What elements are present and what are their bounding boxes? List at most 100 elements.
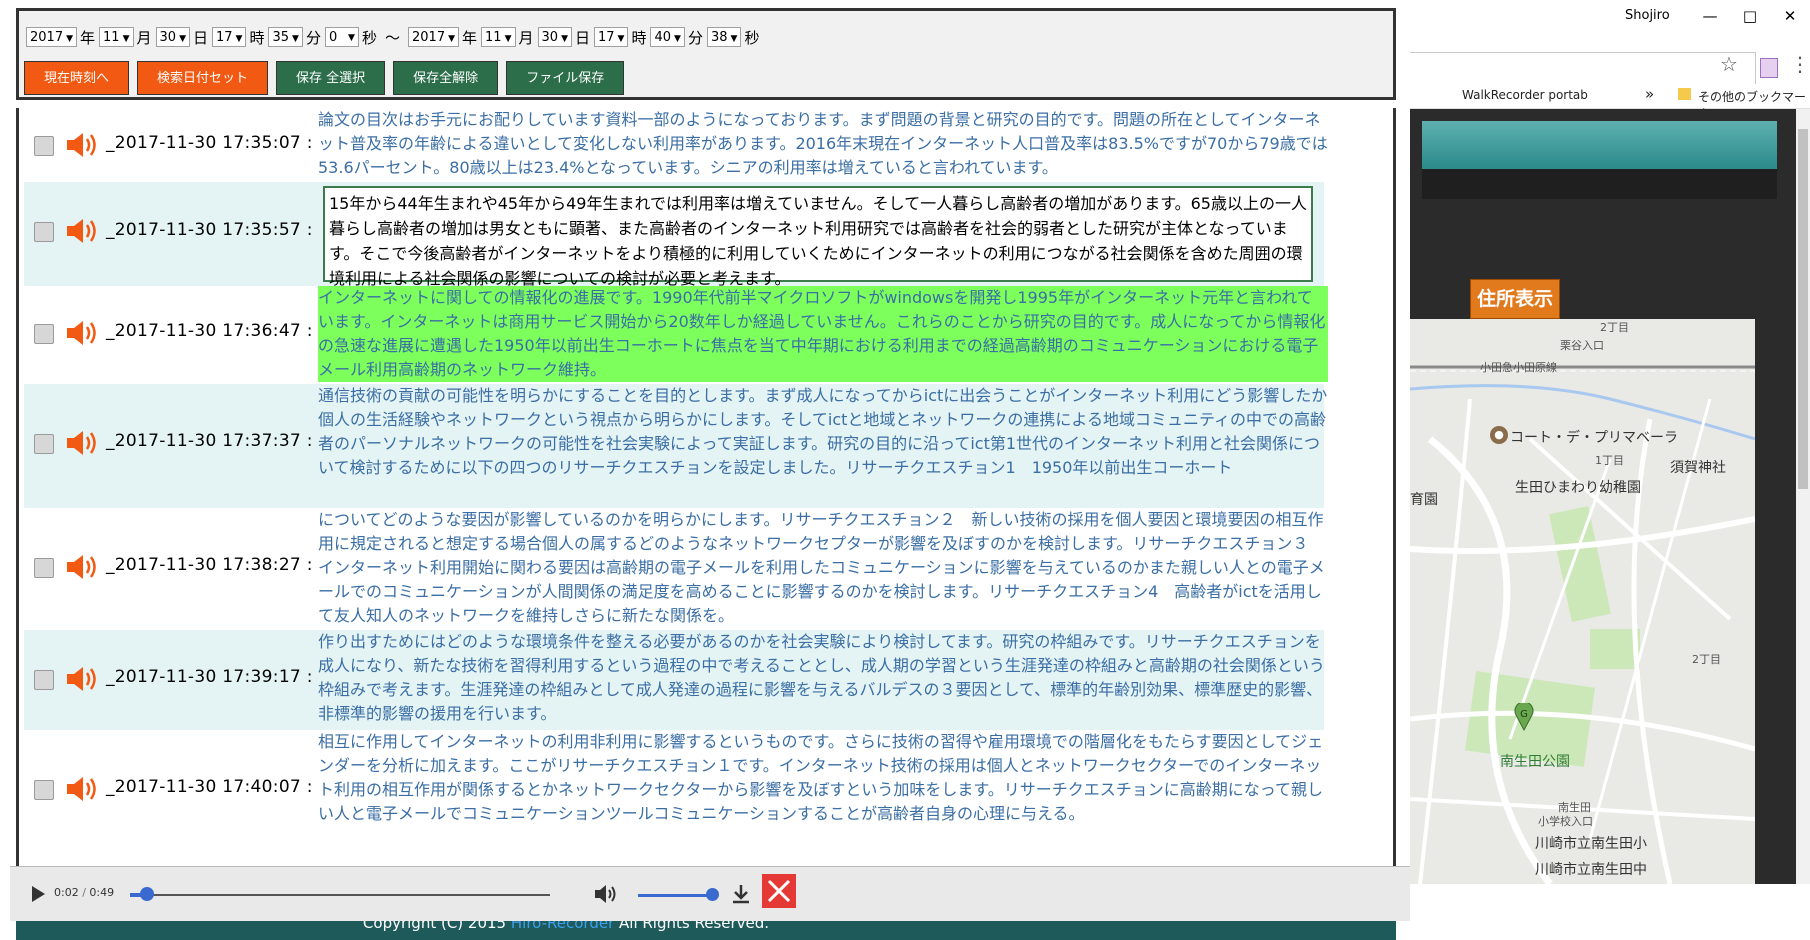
select-all-save-button[interactable]: 保存 全選択 — [276, 61, 386, 95]
address-bar[interactable] — [1410, 52, 1756, 86]
map-label: 1丁目 — [1595, 454, 1624, 467]
end-year-select[interactable]: 2017 ▼ — [408, 27, 460, 47]
walkrecorder-page: 住所表示 2丁目 栗谷入口 小田急小田原線 ● コート・デ・プリマベーラ 1丁目… — [1410, 109, 1796, 884]
map-label: 2丁目 — [1600, 321, 1629, 334]
poi-icon: ● — [1490, 426, 1508, 444]
end-minute-select[interactable]: 40 ▼ — [650, 27, 685, 47]
chevron-down-icon: ▼ — [122, 34, 130, 44]
end-hour-select[interactable]: 17 ▼ — [594, 27, 629, 47]
volume-icon[interactable] — [592, 881, 618, 907]
end-day-select[interactable]: 30 ▼ — [537, 27, 572, 47]
playback-time: 0:02 / 0:49 — [54, 886, 114, 899]
chevron-down-icon: ▼ — [617, 34, 625, 44]
bookmark-item[interactable]: WalkRecorder portab — [1462, 88, 1588, 102]
volume-handle[interactable] — [706, 888, 719, 901]
start-day-select[interactable]: 30 ▼ — [155, 27, 190, 47]
clear-all-save-button[interactable]: 保存全解除 — [393, 61, 499, 95]
start-second-select[interactable]: 0 ▼ — [324, 27, 359, 47]
map-pin-label: G — [1520, 709, 1528, 720]
unit-label: 分 — [305, 28, 321, 47]
end-month-select[interactable]: 11 ▼ — [481, 27, 516, 47]
speaker-icon[interactable] — [64, 774, 100, 804]
seek-handle[interactable] — [140, 887, 154, 901]
map-label: 小学校入口 — [1538, 815, 1593, 828]
record-timestamp: _2017-11-30 17:35:07 : — [106, 133, 313, 153]
save-file-button[interactable]: ファイル保存 — [506, 61, 625, 95]
list-item: _2017-11-30 17:36:47 : インターネットに関しての情報化の進… — [24, 286, 1328, 384]
unit-label: 年 — [462, 28, 478, 47]
record-timestamp: _2017-11-30 17:37:37 : — [106, 431, 313, 451]
minimize-icon[interactable]: — — [1695, 4, 1725, 28]
record-text[interactable]: についてどのような要因が影響しているのかを明らかにします。リサーチクエスチョン２… — [318, 508, 1328, 628]
list-item: _2017-11-30 17:35:57 : 15年から44年生まれや45年から… — [24, 182, 1324, 288]
record-edit-textarea[interactable]: 15年から44年生まれや45年から49年生まれでは利用率は増えていません。そして… — [323, 186, 1313, 288]
record-timestamp: _2017-11-30 17:38:27 : — [106, 555, 313, 575]
chevron-down-icon: ▼ — [448, 34, 456, 44]
speaker-icon[interactable] — [64, 664, 100, 694]
start-year-select[interactable]: 2017 ▼ — [26, 27, 78, 47]
map-pin-icon[interactable]: G — [1514, 703, 1534, 731]
speaker-icon[interactable] — [64, 318, 100, 348]
chevron-down-icon: ▼ — [292, 34, 299, 44]
end-second-select[interactable]: 38 ▼ — [706, 27, 742, 47]
unit-label: 日 — [574, 28, 590, 47]
map-label: 須賀神社 — [1670, 460, 1726, 476]
save-checkbox[interactable] — [34, 434, 54, 454]
unit-label: 年 — [80, 28, 96, 47]
page-subheader — [1422, 169, 1777, 199]
record-text[interactable]: 作り出すためにはどのような環境条件を整える必要があるのかを社会実験により検討して… — [318, 630, 1328, 726]
record-timestamp: _2017-11-30 17:36:47 : — [106, 321, 313, 341]
page-scrollbar[interactable] — [1796, 109, 1810, 884]
unit-label: 時 — [249, 28, 265, 47]
save-checkbox[interactable] — [34, 670, 54, 690]
jump-to-now-button[interactable]: 現在時刻へ — [24, 61, 130, 95]
map-label: 南生田公園 — [1500, 754, 1570, 770]
map-label: 生田ひまわり幼稚園 — [1515, 480, 1641, 496]
record-text[interactable]: 論文の目次はお手元にお配りしています資料一部のようになっております。まず問題の背… — [318, 108, 1328, 180]
save-checkbox[interactable] — [34, 324, 54, 344]
unit-label: 時 — [631, 28, 647, 47]
map-view[interactable]: 2丁目 栗谷入口 小田急小田原線 ● コート・デ・プリマベーラ 1丁目 須賀神社… — [1410, 319, 1755, 884]
range-separator: 〜 — [384, 28, 400, 47]
start-minute-select[interactable]: 35 ▼ — [268, 27, 303, 47]
save-checkbox[interactable] — [34, 136, 54, 156]
record-text[interactable]: 相互に作用してインターネットの利用非利用に影響するというものです。さらに技術の習… — [318, 730, 1328, 826]
current-time: 0:02 — [54, 886, 79, 899]
browser-menu-icon[interactable]: ⋮ — [1790, 52, 1810, 76]
save-checkbox[interactable] — [34, 780, 54, 800]
bookmarks-overflow-icon[interactable]: » — [1645, 85, 1654, 103]
start-month-select[interactable]: 11 ▼ — [99, 27, 134, 47]
close-player-icon[interactable] — [762, 874, 796, 908]
save-checkbox[interactable] — [34, 222, 54, 242]
map-label: コート・デ・プリマベーラ — [1510, 430, 1678, 446]
bookmark-star-icon[interactable]: ☆ — [1720, 52, 1738, 76]
record-text-highlighted[interactable]: インターネットに関しての情報化の進展です。1990年代前半マイクロソフトがwin… — [318, 286, 1328, 382]
record-text[interactable]: 通信技術の貢献の可能性を明らかにすることを目的とします。まず成人になってからic… — [318, 384, 1328, 480]
list-item: _2017-11-30 17:38:27 : についてどのような要因が影響してい… — [24, 508, 1325, 630]
transcript-list[interactable]: _2017-11-30 17:35:07 : 論文の目次はお手元にお配りしていま… — [16, 108, 1396, 866]
download-icon[interactable] — [730, 882, 752, 906]
save-checkbox[interactable] — [34, 558, 54, 578]
speaker-icon[interactable] — [64, 552, 100, 582]
search-control-panel: 2017 ▼ 年 11 ▼ 月 30 ▼ 日 17 ▼ 時 35 ▼ 分 0 ▼ 秒 〜 2017 ▼ 年 … — [16, 8, 1396, 100]
volume-slider[interactable] — [638, 894, 714, 897]
chevron-down-icon: ▼ — [504, 34, 512, 44]
map-label: 2丁目 — [1692, 653, 1721, 666]
list-item: _2017-11-30 17:40:07 : 相互に作用してインターネットの利用… — [24, 730, 1324, 866]
audio-player: 0:02 / 0:49 — [10, 866, 1410, 921]
play-icon[interactable] — [32, 886, 45, 902]
speaker-icon[interactable] — [64, 428, 100, 458]
close-icon[interactable]: ✕ — [1775, 4, 1805, 28]
seek-track[interactable] — [130, 894, 550, 896]
show-address-button[interactable]: 住所表示 — [1470, 279, 1560, 319]
speaker-icon[interactable] — [64, 216, 100, 246]
start-hour-select[interactable]: 17 ▼ — [212, 27, 247, 47]
chevron-down-icon: ▼ — [348, 33, 355, 43]
maximize-icon[interactable]: □ — [1735, 4, 1765, 28]
scrollbar-thumb[interactable] — [1798, 129, 1808, 489]
unit-label: 月 — [518, 28, 534, 47]
profile-name[interactable]: Shojiro — [1625, 8, 1670, 23]
extension-icon[interactable] — [1760, 58, 1778, 78]
set-search-date-button[interactable]: 検索日付セット — [137, 61, 269, 95]
speaker-icon[interactable] — [64, 130, 100, 160]
